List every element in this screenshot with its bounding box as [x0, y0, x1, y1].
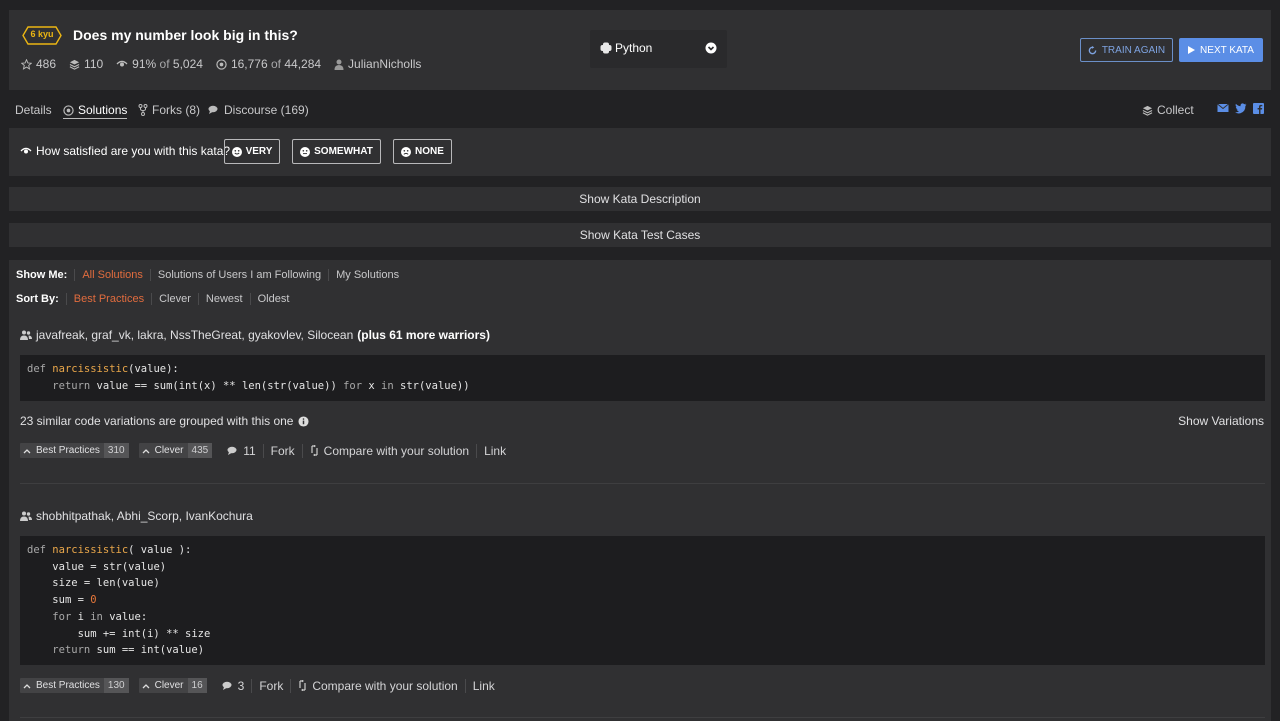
frown-icon	[401, 146, 412, 157]
clever-count: 16	[187, 678, 207, 693]
comments-icon	[222, 681, 232, 690]
kata-header: 6 kyu Does my number look big in this? 4…	[9, 10, 1271, 90]
fork-link[interactable]: Fork	[262, 443, 302, 458]
users-icon	[20, 330, 32, 340]
satisfaction-question: How satisfied are you with this kata?	[20, 144, 230, 158]
best-practices-vote-button[interactable]: Best Practices 310	[20, 443, 129, 458]
neutral-face-icon	[300, 146, 311, 157]
star-icon	[21, 58, 32, 70]
comments-icon	[227, 446, 237, 455]
python-icon	[600, 42, 612, 54]
solution-code-block: def narcissistic(value): return value ==…	[20, 355, 1265, 401]
sort-best-practices[interactable]: Best Practices	[65, 293, 151, 305]
show-kata-description-button[interactable]: Show Kata Description	[9, 187, 1271, 211]
show-me-filter: Show Me: All Solutions Solutions of User…	[16, 269, 406, 281]
chevron-up-icon	[23, 448, 31, 453]
fork-icon	[138, 104, 148, 116]
comments-icon	[208, 105, 218, 114]
filter-following-solutions[interactable]: Solutions of Users I am Following	[149, 269, 328, 281]
smile-icon	[231, 146, 242, 157]
stack-icon	[69, 59, 80, 70]
chevron-up-icon	[142, 448, 150, 453]
collections-stat: 110	[69, 57, 103, 71]
users-icon	[20, 511, 32, 521]
clever-vote-button[interactable]: Clever 16	[138, 678, 207, 693]
tab-details[interactable]: Details	[15, 103, 52, 117]
solution-code-block: def narcissistic( value ): value = str(v…	[20, 536, 1265, 665]
tab-solutions[interactable]: Solutions	[63, 103, 128, 119]
best-practices-count: 310	[103, 443, 129, 458]
stars-stat[interactable]: 486	[21, 57, 56, 71]
compare-icon	[311, 445, 318, 456]
facebook-icon[interactable]	[1253, 103, 1264, 114]
solution-divider	[20, 717, 1265, 718]
kata-title: Does my number look big in this?	[73, 27, 298, 43]
solution-actions: Best Practices 130 Clever 16 3 Fork Comp…	[20, 678, 502, 693]
best-practices-count: 130	[103, 678, 129, 693]
user-icon	[334, 59, 344, 70]
satisfaction-panel: How satisfied are you with this kata? VE…	[9, 128, 1271, 176]
play-icon	[1188, 46, 1196, 54]
comments-link[interactable]: 11	[222, 444, 262, 458]
show-kata-test-cases-button[interactable]: Show Kata Test Cases	[9, 223, 1271, 247]
sort-oldest[interactable]: Oldest	[249, 293, 297, 305]
completed-stat: 16,776 of 44,284	[216, 57, 321, 71]
stack-icon	[1142, 105, 1153, 116]
satisfaction-none-button[interactable]: NONE	[393, 139, 452, 164]
solution-authors: javafreak, graf_vk, lakra, NssTheGreat, …	[20, 328, 490, 342]
tab-discourse[interactable]: Discourse (169)	[208, 103, 309, 117]
fork-link[interactable]: Fork	[251, 678, 290, 693]
twitter-icon[interactable]	[1235, 103, 1247, 114]
solutions-panel: Show Me: All Solutions Solutions of User…	[9, 260, 1271, 721]
sort-by-filter: Sort By: Best Practices Clever Newest Ol…	[16, 293, 296, 305]
collect-button[interactable]: Collect	[1142, 103, 1194, 117]
kata-stats: 486 110 91% of 5,024 16,776 of 44,284 Ju…	[21, 57, 434, 71]
comments-link[interactable]: 3	[217, 679, 252, 693]
clever-count: 435	[187, 443, 213, 458]
target-icon	[216, 58, 227, 70]
chevron-down-icon	[705, 42, 717, 54]
refresh-icon	[1088, 45, 1097, 54]
rank-badge: 6 kyu	[22, 26, 62, 45]
solution-link[interactable]: Link	[464, 678, 502, 693]
variations-note: 23 similar code variations are grouped w…	[20, 414, 310, 428]
filter-all-solutions[interactable]: All Solutions	[74, 269, 150, 281]
clever-vote-button[interactable]: Clever 435	[138, 443, 213, 458]
chevron-up-icon	[142, 683, 150, 688]
email-icon[interactable]	[1217, 103, 1229, 113]
chevron-up-icon	[23, 683, 31, 688]
kata-tabs: Details Solutions Forks (8) Discourse (1…	[15, 100, 1265, 120]
target-icon	[63, 104, 74, 116]
language-label: Python	[615, 41, 653, 55]
satisfaction-somewhat-button[interactable]: SOMEWHAT	[292, 139, 381, 164]
sort-clever[interactable]: Clever	[151, 293, 198, 305]
info-icon[interactable]	[298, 415, 310, 427]
language-select[interactable]: Python	[590, 30, 727, 68]
train-again-button[interactable]: TRAIN AGAIN	[1080, 38, 1173, 62]
satisfaction-very-button[interactable]: VERY	[224, 139, 280, 164]
compare-link[interactable]: Compare with your solution	[301, 443, 476, 458]
solution-link[interactable]: Link	[476, 443, 513, 458]
show-variations-link[interactable]: Show Variations	[1178, 414, 1264, 428]
eye-icon	[20, 147, 32, 154]
satisfaction-stat: 91% of 5,024	[116, 57, 203, 71]
tab-forks[interactable]: Forks (8)	[138, 103, 200, 117]
compare-link[interactable]: Compare with your solution	[290, 678, 464, 693]
author-stat[interactable]: JulianNicholls	[334, 57, 421, 71]
solution-authors: shobhitpathak, Abhi_Scorp, IvanKochura	[20, 509, 253, 523]
filter-my-solutions[interactable]: My Solutions	[328, 269, 406, 281]
eye-icon	[116, 60, 128, 67]
compare-icon	[299, 680, 306, 691]
best-practices-vote-button[interactable]: Best Practices 130	[20, 678, 129, 693]
sort-newest[interactable]: Newest	[197, 293, 250, 305]
solution-actions: Best Practices 310 Clever 435 11 Fork Co…	[20, 443, 513, 458]
next-kata-button[interactable]: NEXT KATA	[1179, 38, 1263, 62]
solution-divider	[20, 483, 1265, 484]
